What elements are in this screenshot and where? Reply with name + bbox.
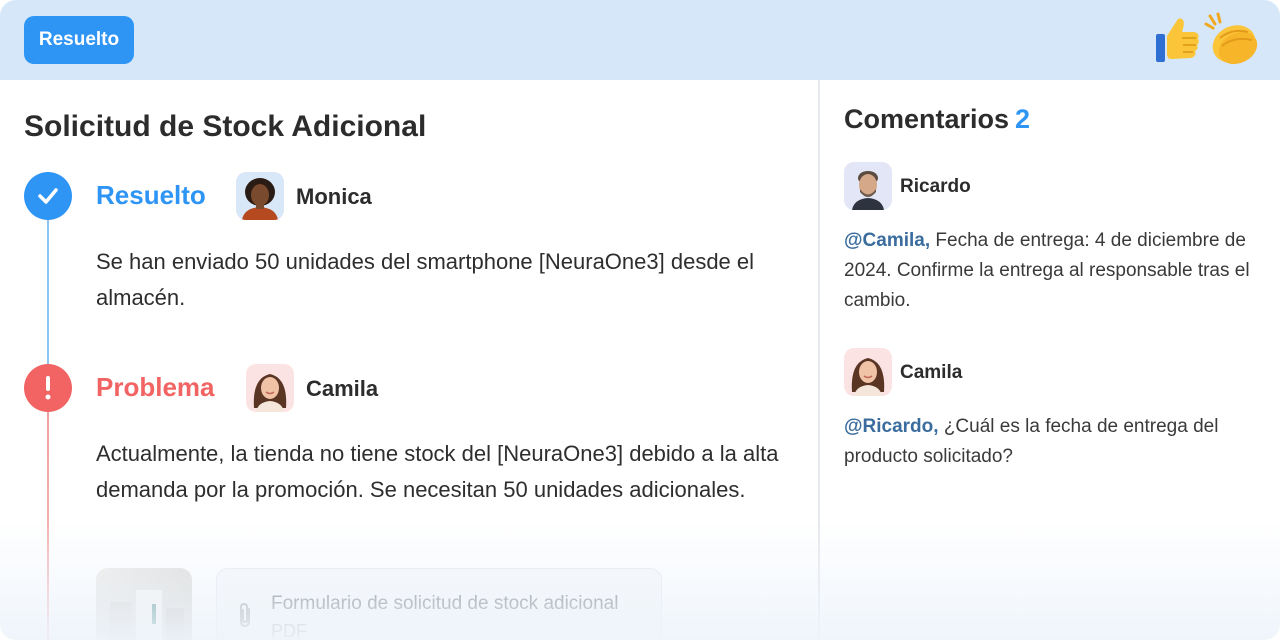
timeline-connector <box>47 412 49 640</box>
product-image-thumbnail[interactable] <box>96 568 192 640</box>
attachment-type: PDF <box>271 621 307 640</box>
thumbs-up-icon[interactable] <box>1152 12 1202 71</box>
avatar-camila <box>844 348 892 396</box>
request-card: Resuelto Solicitud de Stock Adicional Re… <box>0 0 1280 640</box>
header-bar: Resuelto <box>0 0 1280 80</box>
avatar-ricardo <box>844 162 892 210</box>
comment-text: @Camila, Fecha de entrega: 4 de diciembr… <box>844 226 1254 316</box>
avatar-monica <box>236 172 284 220</box>
exclamation-icon <box>45 376 51 400</box>
comments-count: 2 <box>1015 104 1031 134</box>
resolved-step-marker <box>24 172 72 220</box>
comment-author: Ricardo <box>900 176 971 197</box>
step-description: Se han enviado 50 unidades del smartphon… <box>96 249 755 310</box>
clapping-hands-icon[interactable] <box>1204 12 1262 73</box>
problem-step-marker <box>24 364 72 412</box>
avatar-camila <box>246 364 294 412</box>
comments-heading: Comentarios 2 <box>844 104 1030 135</box>
attachment-name: Formulario de solicitud de stock adicion… <box>271 593 619 614</box>
comment-mention[interactable]: @Ricardo, <box>844 416 939 437</box>
step-description: Actualmente, la tienda no tiene stock de… <box>96 441 779 502</box>
comment-text: @Ricardo, ¿Cuál es la fecha de entrega d… <box>844 412 1254 472</box>
timeline-connector <box>47 220 49 368</box>
attachment-card[interactable]: Formulario de solicitud de stock adicion… <box>216 568 662 640</box>
step-author: Camila <box>306 376 379 401</box>
page-title: Solicitud de Stock Adicional <box>24 110 427 143</box>
step-status-label: Resuelto <box>96 180 206 210</box>
check-icon <box>38 188 58 204</box>
step-author: Monica <box>296 184 372 209</box>
comment-mention[interactable]: @Camila, <box>844 230 930 251</box>
request-detail-panel: Solicitud de Stock Adicional Resuelto Mo… <box>0 80 818 640</box>
paperclip-icon <box>235 601 255 634</box>
comment-author: Camila <box>900 362 963 383</box>
comments-panel: Comentarios 2 Ricardo @Camila, Fecha de e… <box>820 80 1280 640</box>
step-status-label: Problema <box>96 372 215 402</box>
status-button[interactable]: Resuelto <box>24 16 134 64</box>
comments-title: Comentarios <box>844 104 1010 134</box>
